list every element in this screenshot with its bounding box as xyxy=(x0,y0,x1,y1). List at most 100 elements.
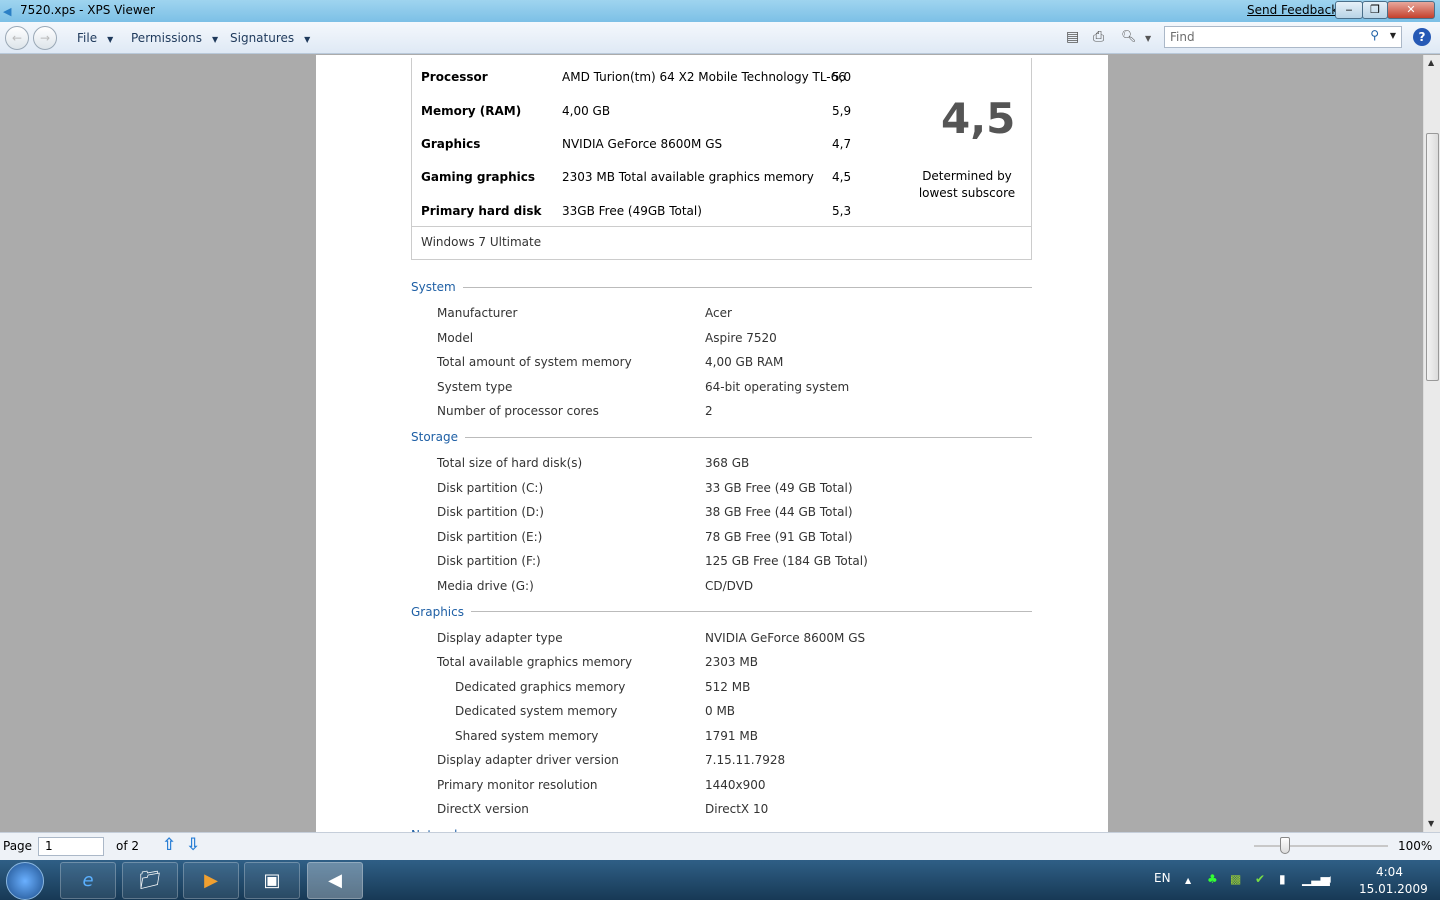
scrollbar-thumb[interactable] xyxy=(1426,133,1439,381)
subscore: 4,5 xyxy=(832,170,852,184)
forward-button[interactable]: → xyxy=(33,26,57,50)
monitor-icon[interactable]: ▩ xyxy=(1230,872,1241,886)
network-app-icon[interactable]: ♣ xyxy=(1207,872,1218,886)
search-icon[interactable]: ⚲ xyxy=(1370,28,1379,42)
detail-value: 78 GB Free (91 GB Total) xyxy=(705,529,853,544)
next-page-icon[interactable]: ⇩ xyxy=(186,835,200,855)
detail-value: 0 MB xyxy=(705,704,736,718)
start-button[interactable] xyxy=(6,862,44,900)
xps-viewer-taskbar-icon[interactable]: ◀ xyxy=(307,862,363,899)
component: Primary hard disk xyxy=(421,204,542,218)
subscore: 5,0 xyxy=(832,70,852,84)
detail-value: 38 GB Free (44 GB Total) xyxy=(705,505,853,519)
menu-file[interactable]: File ▼ xyxy=(77,31,113,45)
taskbar: e 📁︎ ▶ ▣ ◀ EN ▲ ♣ ▩ ✔ ▮ ▁▃▅ 🔈︎ 4:04 15.0… xyxy=(0,860,1440,900)
menu-signatures[interactable]: Signatures ▼ xyxy=(230,31,310,45)
detail-key: Display adapter driver version xyxy=(437,753,619,767)
section-heading-system: System xyxy=(411,280,1032,294)
outline-icon[interactable]: ▤ xyxy=(1066,29,1079,45)
zoom-slider[interactable] xyxy=(1254,845,1388,847)
note-line: Determined by xyxy=(922,169,1012,183)
detail-key: Number of processor cores xyxy=(437,404,599,418)
zoom-level: 100% xyxy=(1398,839,1433,853)
chevron-down-icon[interactable]: ▼ xyxy=(1390,31,1396,40)
component: Processor xyxy=(421,70,488,84)
title-bar: ◀ 7520.xps - XPS Viewer Send Feedback ‒ … xyxy=(0,0,1440,22)
help-icon[interactable]: ? xyxy=(1413,28,1431,46)
find-input[interactable]: Find ⚲ ▼ xyxy=(1164,26,1402,48)
signal-icon[interactable]: ▁▃▅ xyxy=(1302,872,1330,886)
detail-key: Dedicated system memory xyxy=(455,704,618,718)
clock-time[interactable]: 4:04 xyxy=(1376,865,1403,879)
subscore: 4,7 xyxy=(832,137,852,151)
base-score: 4,5 xyxy=(941,94,1016,143)
detail-value: 368 GB xyxy=(705,456,750,470)
detail-key: Shared system memory xyxy=(455,728,599,743)
detail-value: 1440x900 xyxy=(705,777,766,792)
restore-button[interactable]: ❐ xyxy=(1362,1,1388,19)
detail-value: 2 xyxy=(705,404,713,418)
detail-value: 512 MB xyxy=(705,679,751,694)
scroll-up-icon[interactable]: ▲ xyxy=(1428,58,1434,67)
detail: AMD Turion(tm) 64 X2 Mobile Technology T… xyxy=(562,70,846,84)
send-feedback-link[interactable]: Send Feedback xyxy=(1247,3,1338,17)
detail-key: Disk partition (F:) xyxy=(437,554,541,568)
find-placeholder: Find xyxy=(1170,30,1195,44)
clock-date[interactable]: 15.01.2009 xyxy=(1359,882,1428,896)
detail-row: Total size of hard disk(s) 368 GB xyxy=(437,456,749,470)
detail-value: Aspire 7520 xyxy=(705,330,777,345)
score-table: Processor AMD Turion(tm) 64 X2 Mobile Tec… xyxy=(411,58,1032,260)
detail-value: Acer xyxy=(705,306,732,320)
power-icon[interactable]: ▮ xyxy=(1279,872,1286,886)
detail-key: Model xyxy=(437,330,474,345)
subscore: 5,9 xyxy=(832,104,852,118)
scroll-down-icon[interactable]: ▼ xyxy=(1428,819,1434,828)
detail-row: Disk partition (C:) 33 GB Free (49 GB Tot… xyxy=(437,481,853,495)
detail: 4,00 GB xyxy=(562,104,611,118)
internet-explorer-icon[interactable]: e xyxy=(60,862,116,899)
component: Graphics xyxy=(421,137,481,151)
detail-value: NVIDIA GeForce 8600M GS xyxy=(705,630,866,645)
close-button[interactable]: ✕ xyxy=(1387,1,1435,19)
vertical-scrollbar[interactable]: ▲ ▼ xyxy=(1423,55,1440,832)
detail-row: Disk partition (F:) 125 GB Free (184 GB T… xyxy=(437,554,868,568)
checkmark-icon[interactable]: ✔ xyxy=(1255,872,1265,886)
detail-row: Display adapter type NVIDIA GeForce 8600M… xyxy=(437,630,865,645)
page-label: Page xyxy=(3,839,33,853)
back-button[interactable]: ← xyxy=(5,26,29,50)
detail: NVIDIA GeForce 8600M GS xyxy=(562,137,723,151)
minimize-button[interactable]: ‒ xyxy=(1335,1,1363,19)
explorer-icon[interactable]: 📁︎ xyxy=(122,862,178,899)
detail-value: 125 GB Free (184 GB Total) xyxy=(705,554,868,568)
detail-row: Disk partition (D:) 38 GB Free (44 GB Tot… xyxy=(437,505,853,519)
subscore: 5,3 xyxy=(832,204,852,218)
print-icon[interactable]: ⎙ xyxy=(1093,29,1104,45)
detail-value: 2303 MB xyxy=(705,655,758,669)
component: Memory (RAM) xyxy=(421,104,522,118)
zoom-slider-thumb[interactable] xyxy=(1279,837,1290,854)
section-heading-storage: Storage xyxy=(411,430,1032,444)
detail-key: Display adapter type xyxy=(437,630,563,645)
volume-icon[interactable]: 🔈︎ xyxy=(1327,872,1334,887)
section-heading-graphics: Graphics xyxy=(411,605,1032,619)
zoom-icon[interactable]: 🔍︎ xyxy=(1121,29,1136,43)
detail-key: Media drive (G:) xyxy=(437,578,534,593)
system-app-icon[interactable]: ▣ xyxy=(244,862,300,899)
language-indicator[interactable]: EN xyxy=(1154,871,1171,885)
chevron-down-icon[interactable]: ▼ xyxy=(1145,34,1151,43)
component: Gaming graphics xyxy=(421,170,535,184)
previous-page-icon[interactable]: ⇧ xyxy=(162,835,176,855)
show-hidden-icons[interactable]: ▲ xyxy=(1185,876,1191,885)
media-player-icon[interactable]: ▶ xyxy=(183,862,239,899)
section-title: Graphics xyxy=(411,604,464,619)
toolbar: ← → File ▼ Permissions ▼ Signatures ▼ ▤ ⎙ 🔍… xyxy=(0,22,1440,54)
detail-row: Dedicated system memory 0 MB xyxy=(455,704,735,718)
os-edition: Windows 7 Ultimate xyxy=(412,226,1031,257)
detail-value: DirectX 10 xyxy=(705,802,769,816)
menu-label: File xyxy=(77,31,98,45)
menu-permissions[interactable]: Permissions ▼ xyxy=(131,31,218,45)
detail-value: 7.15.11.7928 xyxy=(705,753,786,767)
page-number-input[interactable]: 1 xyxy=(38,837,104,856)
detail: 2303 MB Total available graphics memory xyxy=(562,170,814,184)
section-title: System xyxy=(411,280,456,294)
